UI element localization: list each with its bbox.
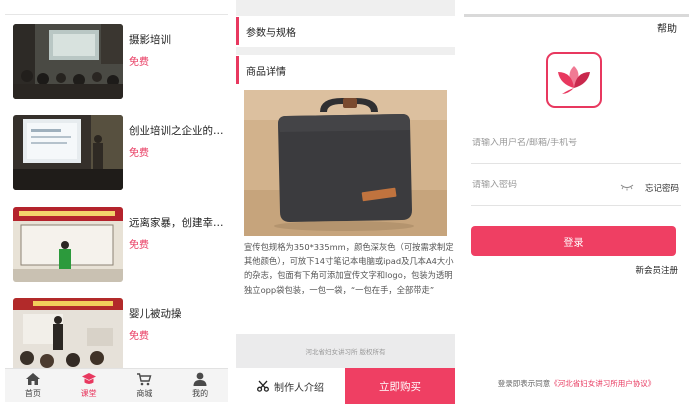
forgot-password-link[interactable]: 忘记密码	[645, 182, 679, 194]
product-image	[244, 90, 447, 236]
course-item[interactable]: 摄影培训 免费	[13, 24, 223, 99]
section-detail: 商品详情	[236, 56, 455, 84]
agreement-notice: 登录即表示同意《河北省妇女讲习所用户协议》	[464, 378, 689, 389]
course-title: 婴儿被动操	[129, 308, 182, 320]
help-link[interactable]: 帮助	[657, 20, 677, 35]
creator-intro-button[interactable]: 制作人介绍	[236, 368, 345, 404]
course-thumbnail	[13, 115, 123, 190]
tab-label: 课堂	[80, 389, 97, 398]
password-field: 忘记密码	[471, 172, 681, 206]
section-spec-title: 参数与规格	[246, 28, 296, 39]
top-divider	[5, 14, 228, 15]
agreement-prefix: 登录即表示同意	[497, 379, 551, 388]
home-icon	[25, 373, 40, 385]
copyright-text: 河北省妇女讲习所 版权所有	[305, 348, 386, 356]
course-item[interactable]: 婴儿被动操 免费	[13, 298, 223, 373]
tab-home[interactable]: 首页	[5, 369, 61, 402]
cart-icon	[137, 373, 152, 386]
tab-label: 首页	[24, 389, 41, 398]
course-title: 摄影培训	[129, 34, 171, 46]
section-detail-title: 商品详情	[246, 67, 286, 78]
top-gray-band	[236, 0, 455, 16]
buy-now-button[interactable]: 立即购买	[345, 368, 455, 404]
bottom-tab-bar: 首页 课堂 商城 我的	[5, 368, 228, 402]
eye-closed-icon[interactable]	[620, 183, 634, 191]
login-button[interactable]: 登录	[471, 226, 676, 256]
top-bar	[464, 14, 689, 17]
username-input[interactable]	[472, 138, 612, 148]
course-item[interactable]: 创业培训之企业的人... 免费	[13, 115, 225, 190]
course-title: 创业培训之企业的人...	[129, 125, 225, 137]
course-price: 免费	[129, 331, 149, 342]
course-thumbnail	[13, 207, 123, 282]
course-thumbnail	[13, 24, 123, 99]
course-title: 远离家暴，创建幸福...	[129, 217, 225, 229]
tab-mine[interactable]: 我的	[172, 369, 228, 402]
register-link[interactable]: 新会员注册	[635, 264, 678, 276]
login-screen: 帮助 忘记密码 登录 新会员注册 登录即表示同意《河北省妇女讲习所用户协议》	[464, 0, 689, 418]
creator-intro-label: 制作人介绍	[274, 382, 324, 394]
tab-mall[interactable]: 商城	[117, 369, 173, 402]
course-price: 免费	[129, 240, 149, 251]
course-price: 免费	[129, 148, 149, 159]
product-detail-screen: 参数与规格 商品详情 宣传包规格为350*335mm，颜色深灰色（可按需求制定其…	[236, 0, 455, 418]
course-item[interactable]: 远离家暴，创建幸福... 免费	[13, 207, 225, 282]
product-description: 宣传包规格为350*335mm，颜色深灰色（可按需求制定其他颜色），可放下14寸…	[244, 242, 454, 295]
logo-flower-icon	[558, 66, 590, 94]
app-logo	[546, 52, 602, 108]
section-spec[interactable]: 参数与规格	[236, 17, 455, 45]
tab-classroom[interactable]: 课堂	[61, 369, 117, 402]
password-input[interactable]	[472, 180, 612, 190]
tab-label: 商城	[136, 389, 153, 398]
scissors-icon	[257, 380, 269, 392]
user-icon	[193, 372, 207, 386]
classroom-icon	[81, 373, 96, 384]
course-thumbnail	[13, 298, 123, 373]
course-list-screen: 摄影培训 免费 创业培训之企业的人... 免费 远离家暴，创建幸福... 免费 …	[5, 0, 228, 418]
agreement-link[interactable]: 《河北省妇女讲习所用户协议》	[550, 379, 655, 388]
tab-label: 我的	[192, 389, 209, 398]
username-field	[471, 130, 681, 164]
section-gap	[236, 47, 455, 55]
course-price: 免费	[129, 57, 149, 68]
